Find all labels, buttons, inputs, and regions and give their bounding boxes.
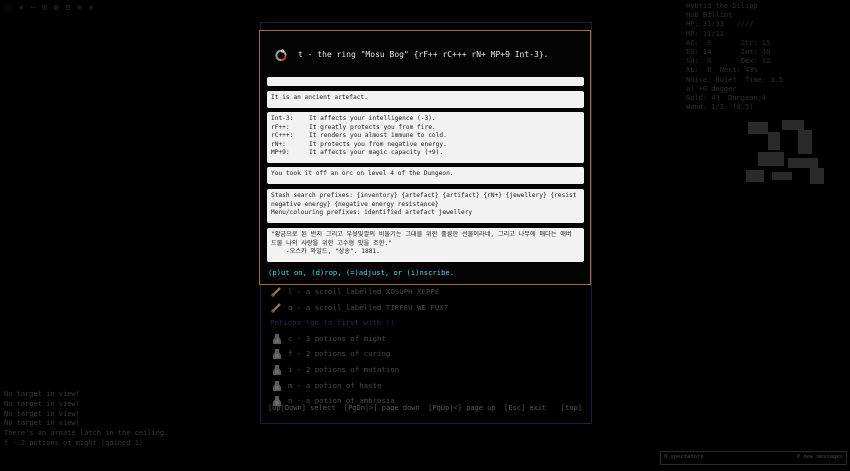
inventory-nav-hints[interactable]: [Up|Down] select [PgDn|>] page down [PgU… (268, 404, 546, 412)
property-text: It greatly protects you from fire. (309, 123, 436, 131)
stat-row: SH: 0 Dex: 12 (686, 57, 771, 66)
toolbar-icons: ⓘ ⎈ ⋯ ⊞ ⊠ ⊡ ⊕ ⊗ (4, 3, 95, 12)
inventory-top-link[interactable]: [top] (561, 404, 582, 412)
stat-row: XL: 6 Next: 43% (686, 66, 758, 75)
inventory-list: l - a scroll labelled XOSUPH XEPPE q - a … (268, 284, 588, 409)
new-messages-count: 0 new messages (796, 454, 843, 460)
stat-row: AC: 9 Str: 15 (686, 38, 771, 47)
stat-row: EV: 14 Int: 10 (686, 47, 771, 56)
property-row: rN+: It protects you from negative energy… (271, 141, 580, 150)
item-title-row: t - the ring "Mosu Bog" {rF++ rC+++ rN+ … (274, 47, 548, 63)
inventory-item[interactable]: f - 2 potions of curing (268, 346, 588, 362)
quote-box: "황금으로 된 반지 그리고 우윳빛깔의 비둘기는 그대를 위한 훌륭한 선물이… (267, 228, 584, 262)
log-message: No target in view! (4, 409, 80, 418)
item-description: It is an ancient artefact. (271, 94, 368, 101)
scroll-icon (271, 287, 281, 297)
log-message: f - 2 potions of might (gained 1) (4, 438, 144, 447)
inventory-category-header: Potions (go to first with !) (268, 315, 588, 331)
property-row: Int-3: It affects your intelligence (-3). (271, 115, 580, 124)
property-key: rF++: (271, 123, 290, 131)
property-key: MP+9: (271, 149, 290, 157)
potion-icon (273, 333, 281, 344)
property-text: It affects your intelligence (-3). (309, 115, 436, 122)
item-title: t - the ring "Mosu Bog" {rF++ rC+++ rN+ … (298, 50, 549, 59)
stat-row: Hub Billipt (686, 11, 733, 20)
item-label: c - 3 potions of might (288, 333, 386, 343)
property-text: It protects you from negative energy. (309, 140, 447, 148)
item-label: f - 2 potions of curing (288, 349, 391, 359)
inventory-item[interactable]: i - 2 potions of mutation (268, 362, 588, 378)
stat-row: MP: 11/11 (686, 29, 724, 38)
property-row: rF++: It greatly protects you from fire. (271, 124, 580, 133)
property-row: rC+++: It renders you almost immune to co… (271, 132, 580, 141)
stat-row: HP: 31/33 //// (686, 20, 754, 29)
log-message: No target in view! (4, 390, 80, 398)
item-origin: You took it off an orc on level 4 of the… (271, 170, 454, 177)
log-message: There's an ornate latch in the ceiling. (4, 429, 169, 438)
item-label: q - a scroll labelled TIRFEU WE FUXT (288, 302, 449, 312)
stat-row: Gold: 43 Dungeon:4 (686, 93, 767, 102)
category-label: Potions (go to first with !) (270, 318, 395, 328)
item-description-popup: t - the ring "Mosu Bog" {rF++ rC+++ rN+ … (259, 30, 591, 285)
property-key: rN+: (271, 140, 286, 148)
quote-line-2: 드물 나의 사랑을 위한 고수형 맛을 조한." (271, 239, 392, 247)
empty-box (267, 77, 584, 86)
ring-icon (275, 48, 287, 61)
quote-attribution: -오스카 와일드, "상송". 1881. (271, 248, 380, 256)
log-message: No target in view! (4, 399, 80, 408)
property-key: Int-3: (271, 115, 294, 122)
inventory-item[interactable]: l - a scroll labelled XOSUPH XEPPE (268, 284, 588, 300)
inventory-item[interactable]: m - a potion of haste (268, 378, 588, 394)
item-label: m - a potion of haste (288, 380, 382, 390)
quote-line-1: "황금으로 된 반지 그리고 우윳빛깔의 비둘기는 그대를 위한 훌륭한 선물이… (271, 231, 572, 238)
menu-prefixes: Menu/colouring prefixes: identified arte… (271, 209, 473, 217)
property-text: It affects your magic capacity (+9). (309, 149, 444, 157)
chat-bar[interactable]: 0 spectators 0 new messages (660, 451, 847, 465)
action-prompt[interactable]: (p)ut on, (d)rop, (=)adjust, or (i)nscri… (268, 268, 454, 277)
potion-icon (273, 364, 281, 375)
property-row: MP+9: It affects your magic capacity (+9)… (271, 149, 580, 158)
property-key: rC+++: (271, 132, 294, 140)
prefixes-box: Stash search prefixes: {inventory} {arte… (267, 189, 584, 223)
scroll-icon (271, 302, 281, 313)
stats-panel: Hybrid the Dilipp Hub Billipt HP: 31/33 //… (686, 2, 846, 112)
inventory-item[interactable]: q - a scroll labelled TIRFEU WE FUXT (268, 300, 588, 316)
log-message: No target in view! (4, 419, 80, 428)
properties-box: Int-3: It affects your intelligence (-3).… (267, 112, 584, 163)
stat-row: Hybrid the Dilipp (686, 2, 758, 10)
origin-box: You took it off an orc on level 4 of the… (267, 167, 584, 184)
spectators-count: 0 spectators (664, 454, 704, 460)
action-prompt-text[interactable]: (p)ut on, (d)rop, (=)adjust, or (i)nscri… (268, 268, 454, 277)
stat-row: Wand: 1/3 (0.5) (686, 103, 754, 112)
description-box: It is an ancient artefact. (267, 91, 584, 108)
potion-icon (273, 380, 281, 391)
stash-prefixes: Stash search prefixes: {inventory} {arte… (271, 192, 577, 208)
inventory-item[interactable]: c - 3 potions of might (268, 331, 588, 347)
item-label: i - 2 potions of mutation (288, 364, 400, 374)
property-text: It renders you almost immune to cold. (309, 132, 447, 140)
potion-icon (273, 349, 281, 360)
message-log: No target in view! No target in view! No t… (4, 390, 244, 449)
dungeon-minimap (746, 120, 824, 184)
item-label: l - a scroll labelled XOSUPH XEPPE (288, 287, 440, 296)
stat-row: a) +0 dagger (686, 84, 737, 93)
stat-row: Noise: quiet Time: 3.5 (686, 75, 783, 84)
inventory-footer: [Up|Down] select [PgDn|>] page down [PgU… (268, 404, 586, 412)
